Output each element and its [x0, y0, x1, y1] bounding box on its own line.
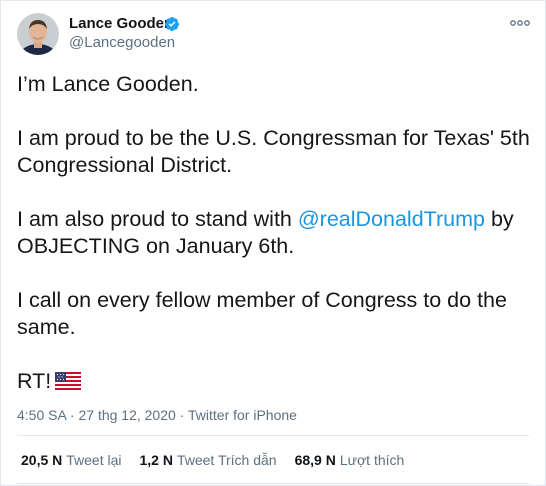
tweet-paragraph: I am also proud to stand with @realDonal… [17, 206, 537, 260]
tweet-text: I’m Lance Gooden. I am proud to be the U… [17, 71, 537, 424]
tweet-paragraph: I’m Lance Gooden. [17, 72, 199, 96]
tweet-paragraph: I am proud to be the U.S. Congressman fo… [17, 126, 530, 177]
divider [17, 483, 529, 484]
tweet-source[interactable]: Twitter for iPhone [188, 407, 297, 423]
tweet-text-segment: RT! [17, 369, 52, 393]
quote-tweets-count: 1,2 N [139, 452, 173, 468]
mention-link[interactable]: @realDonaldTrump [298, 207, 485, 231]
author-handle[interactable]: @Lancegooden [69, 34, 175, 52]
author-name[interactable]: Lance Gooden [69, 15, 173, 33]
likes-stat[interactable]: 68,9 N Lượt thích [295, 452, 405, 468]
tweet-timestamp[interactable]: 4:50 SA · 27 thg 12, 2020 [17, 407, 176, 423]
quote-tweets-label: Tweet Trích dẫn [176, 452, 277, 468]
tweet-paragraph: RT! [17, 368, 537, 397]
retweets-label: Tweet lại [66, 452, 122, 468]
likes-count: 68,9 N [294, 452, 336, 468]
us-flag-emoji [55, 370, 82, 397]
avatar[interactable] [17, 13, 59, 55]
quote-tweets-stat[interactable]: 1,2 N Tweet Trích dẫn [140, 452, 277, 468]
retweets-stat[interactable]: 20,5 N Tweet lại [21, 452, 122, 468]
more-options-icon[interactable] [509, 15, 531, 31]
engagement-stats: 20,5 N Tweet lại 1,2 N Tweet Trích dẫn 68,… [21, 452, 422, 468]
divider [17, 435, 529, 436]
tweet-card: Lance Gooden @Lancegooden I’m Lance Good… [0, 0, 546, 486]
retweets-count: 20,5 N [21, 452, 63, 468]
meta-separator: · [175, 407, 188, 423]
tweet-paragraph: I call on every fellow member of Congres… [17, 288, 507, 339]
likes-label: Lượt thích [339, 452, 405, 468]
tweet-text-segment: I am also proud to stand with [17, 207, 298, 231]
tweet-metadata: 4:50 SA · 27 thg 12, 2020 · Twitter for … [17, 407, 297, 423]
verified-badge-icon [164, 16, 180, 32]
